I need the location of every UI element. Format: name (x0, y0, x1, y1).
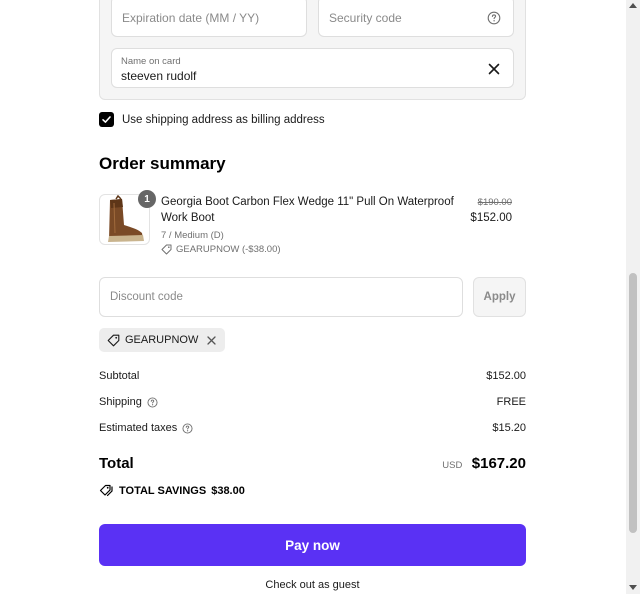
page-scrollbar[interactable] (626, 0, 640, 594)
discount-code-input[interactable]: Discount code (99, 277, 463, 317)
tag-icon (161, 244, 172, 255)
subtotal-value: $152.00 (486, 370, 526, 382)
question-circle-icon[interactable] (182, 422, 193, 434)
currency-code: USD (442, 460, 463, 471)
question-circle-icon[interactable] (147, 396, 158, 408)
order-summary-title: Order summary (99, 154, 226, 173)
question-circle-icon[interactable] (487, 11, 501, 25)
item-price: $152.00 (470, 212, 512, 224)
security-placeholder: Security code (329, 11, 402, 25)
subtotal-row: Subtotal $152.00 (99, 370, 526, 382)
applied-code-text: GEARUPNOW (125, 334, 199, 346)
checkout-as-guest-link[interactable]: Check out as guest (99, 579, 526, 591)
taxes-row: Estimated taxes $15.20 (99, 422, 526, 434)
shipping-row: Shipping FREE (99, 396, 526, 408)
pay-now-button[interactable]: Pay now (99, 524, 526, 566)
applied-discount-chip: GEARUPNOW (99, 328, 226, 352)
tag-icon (107, 334, 120, 346)
security-code-field[interactable]: Security code (318, 0, 514, 37)
name-on-card-label: Name on card (121, 56, 181, 67)
savings-label: TOTAL SAVINGS (119, 484, 207, 497)
name-on-card-field[interactable]: Name on card steeven rudolf (111, 48, 514, 88)
apply-button[interactable]: Apply (473, 277, 526, 317)
taxes-value: $15.20 (492, 422, 526, 434)
discount-placeholder: Discount code (110, 291, 183, 303)
shipping-label: Shipping (99, 396, 142, 408)
checkmark-icon (102, 116, 111, 123)
total-amount: $167.20 (471, 455, 526, 472)
scroll-up-arrow-icon[interactable] (629, 3, 637, 8)
billing-same-as-shipping-row[interactable]: Use shipping address as billing address (99, 111, 325, 128)
scroll-down-arrow-icon[interactable] (629, 585, 637, 590)
name-on-card-value: steeven rudolf (121, 69, 197, 83)
product-name: Georgia Boot Carbon Flex Wedge 11" Pull … (161, 196, 454, 224)
expiration-placeholder: Expiration date (MM / YY) (122, 11, 260, 25)
total-row: Total USD $167.20 (99, 455, 526, 473)
close-icon[interactable] (487, 62, 501, 76)
tags-icon (99, 484, 113, 497)
total-label: Total (99, 455, 134, 472)
billing-checkbox[interactable] (99, 112, 114, 127)
product-discount-text: GEARUPNOW (-$38.00) (176, 244, 281, 255)
shipping-value: FREE (496, 396, 526, 408)
remove-discount-icon[interactable] (206, 335, 217, 346)
product-discount: GEARUPNOW (-$38.00) (161, 244, 281, 255)
original-price: $190.00 (477, 197, 512, 208)
scrollbar-thumb[interactable] (629, 273, 637, 533)
taxes-label: Estimated taxes (99, 422, 178, 434)
total-savings: TOTAL SAVINGS $38.00 (99, 484, 245, 497)
product-variant: 7 / Medium (D) (161, 230, 224, 241)
billing-checkbox-label: Use shipping address as billing address (122, 113, 325, 126)
expiration-date-field[interactable]: Expiration date (MM / YY) (111, 0, 307, 37)
savings-value: $38.00 (211, 484, 245, 497)
subtotal-label: Subtotal (99, 370, 140, 382)
checkout-content: Expiration date (MM / YY) Security code … (0, 0, 626, 594)
quantity-badge: 1 (138, 190, 156, 208)
